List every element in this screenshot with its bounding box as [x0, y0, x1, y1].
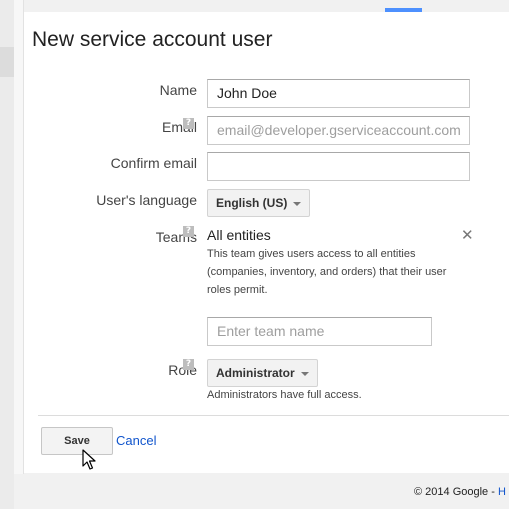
name-input[interactable]: John Doe [207, 79, 470, 108]
left-nav-selected-item[interactable] [0, 47, 14, 77]
team-entity-name: All entities [207, 227, 271, 243]
language-label: User's language [96, 192, 197, 208]
cancel-link[interactable]: Cancel [116, 433, 156, 448]
teams-help-icon[interactable]: ? [183, 226, 194, 237]
email-input[interactable]: email@developer.gserviceaccount.com [207, 116, 470, 145]
role-help-icon[interactable]: ? [183, 359, 194, 370]
confirm-email-label: Confirm email [110, 155, 197, 171]
footer: © 2014 Google - H [414, 486, 506, 498]
confirm-email-input[interactable] [207, 152, 470, 181]
footer-copyright: © 2014 Google - [414, 486, 498, 498]
save-button[interactable]: Save [41, 427, 113, 455]
divider [38, 415, 509, 416]
chevron-down-icon [293, 201, 302, 206]
role-description: Administrators have full access. [207, 389, 362, 401]
role-selected: Administrator [216, 366, 295, 380]
language-selected: English (US) [216, 196, 288, 210]
role-dropdown[interactable]: Administrator [207, 359, 318, 387]
name-label: Name [159, 82, 197, 98]
remove-team-close-icon[interactable]: ✕ [461, 226, 474, 244]
language-dropdown[interactable]: English (US) [207, 189, 311, 217]
mouse-pointer-icon [82, 449, 96, 470]
team-name-input[interactable]: Enter team name [207, 317, 432, 346]
email-help-icon[interactable]: ? [183, 118, 194, 129]
team-description: This team gives users access to all enti… [207, 248, 447, 296]
dialog-title: New service account user [32, 28, 273, 51]
nav-gutter [14, 0, 24, 474]
left-nav-strip [0, 0, 14, 509]
chevron-down-icon [300, 371, 309, 376]
footer-link[interactable]: H [498, 486, 506, 498]
